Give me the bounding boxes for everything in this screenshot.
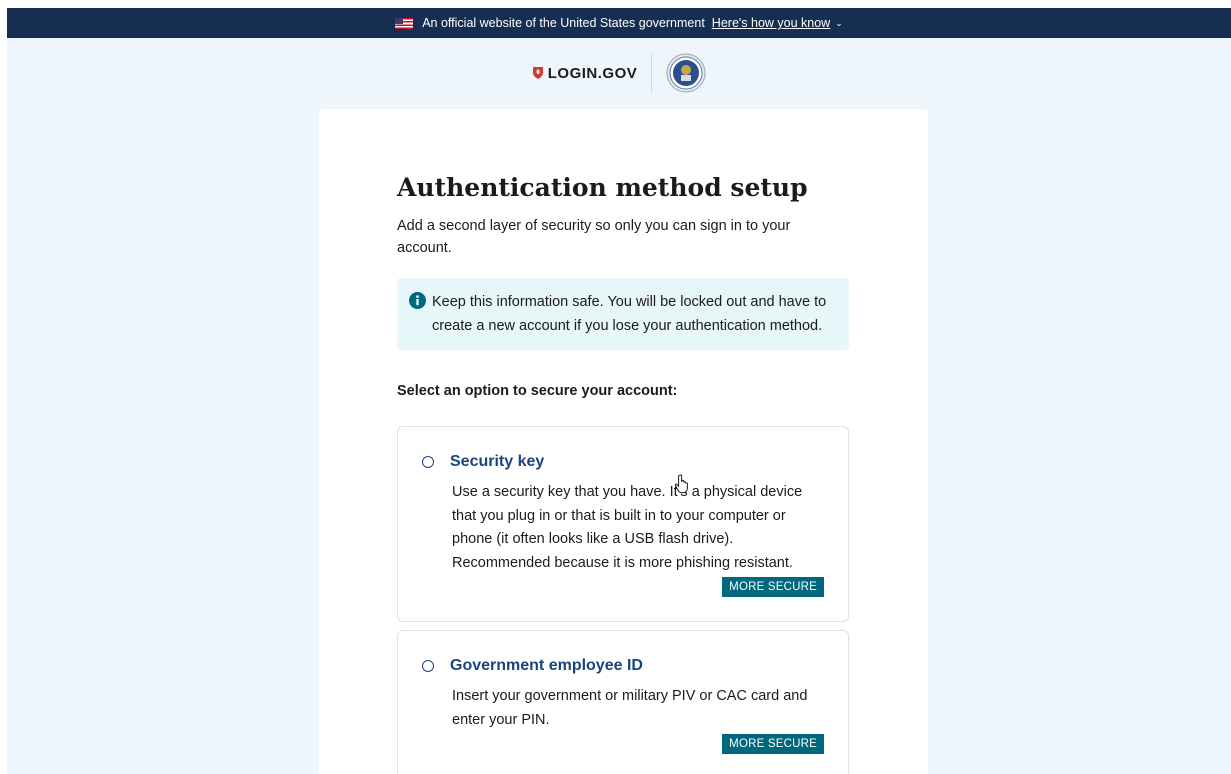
us-flag-icon (395, 17, 414, 29)
alert-text: Keep this information safe. You will be … (432, 294, 827, 334)
info-alert: Keep this information safe. You will be … (397, 278, 849, 350)
hand-pointer-cursor-icon (674, 474, 688, 494)
option-header: Government employee ID (422, 657, 824, 675)
setup-content: Authentication method setup Add a second… (397, 171, 849, 774)
page-title: Authentication method setup (397, 173, 808, 202)
badge-row: MORE SECURE (422, 577, 824, 597)
heres-how-you-know-link[interactable]: Here's how you know (712, 16, 830, 30)
site-header: LOGIN.GOV (7, 38, 1231, 108)
option-title[interactable]: Government employee ID (450, 657, 643, 675)
chevron-down-icon[interactable]: ⌄ (835, 18, 843, 29)
government-id-radio[interactable] (422, 660, 434, 672)
option-title[interactable]: Security key (450, 453, 544, 471)
more-secure-badge: MORE SECURE (722, 577, 824, 597)
info-icon (409, 292, 426, 309)
security-key-radio[interactable] (422, 456, 434, 468)
logo-text: LOGIN.GOV (547, 64, 638, 82)
shield-icon (532, 67, 543, 79)
more-secure-badge: MORE SECURE (722, 734, 824, 754)
option-header: Security key (422, 453, 824, 471)
setup-card: Authentication method setup Add a second… (319, 109, 928, 774)
select-option-label: Select an option to secure your account: (397, 383, 678, 399)
intro-text: Add a second layer of security so only y… (397, 218, 791, 256)
option-security-key[interactable]: Security key Use a security key that you… (397, 426, 849, 622)
option-government-employee-id[interactable]: Government employee ID Insert your gover… (397, 630, 849, 774)
agency-seal-icon (666, 53, 706, 93)
gov-banner-text: An official website of the United States… (422, 16, 705, 30)
option-description: Insert your government or military PIV o… (452, 688, 808, 728)
gov-banner: An official website of the United States… (7, 8, 1231, 38)
option-description: Use a security key that you have. It's a… (452, 484, 803, 571)
logo-divider (651, 53, 653, 93)
badge-row: MORE SECURE (422, 734, 824, 754)
login-gov-logo: LOGIN.GOV (532, 65, 638, 82)
page-frame: An official website of the United States… (7, 8, 1231, 774)
